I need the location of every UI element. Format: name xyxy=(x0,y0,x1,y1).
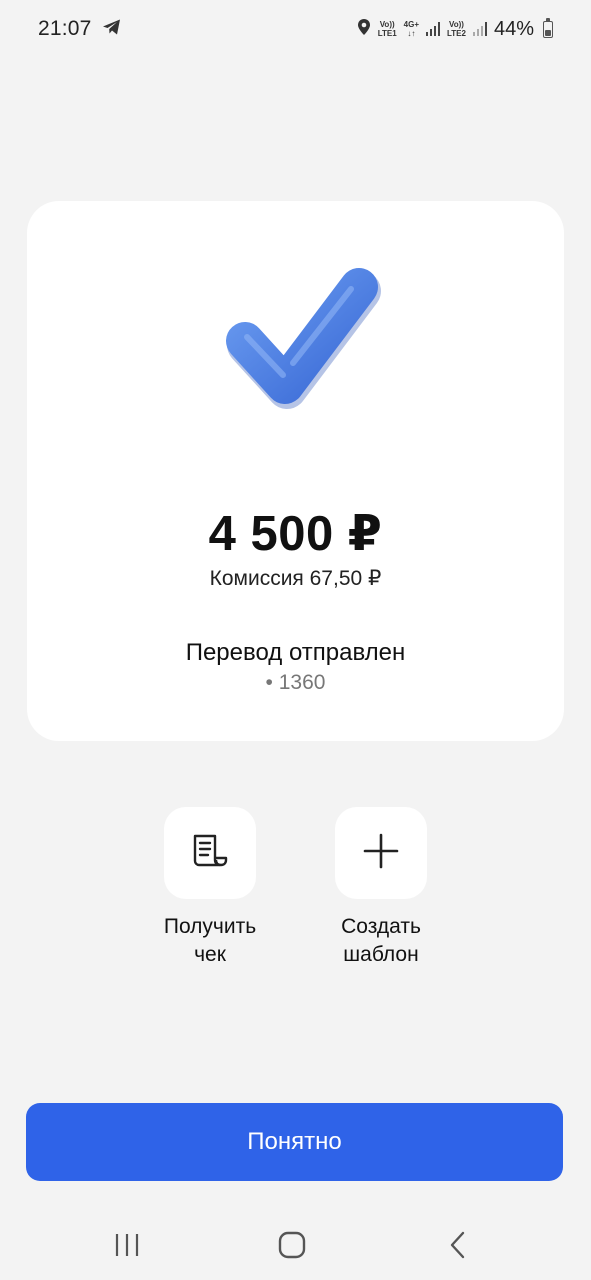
get-receipt-label-line1: Получить xyxy=(163,915,257,938)
get-receipt-button[interactable] xyxy=(164,807,256,899)
status-time: 21:07 xyxy=(38,17,92,40)
account-number: • 1360 xyxy=(265,671,326,694)
create-template-button[interactable] xyxy=(335,807,427,899)
sim2-top: Vo)) xyxy=(449,20,464,29)
ok-button[interactable]: Понятно xyxy=(26,1103,563,1181)
net-type-label: 4G+ ↓↑ xyxy=(404,20,419,38)
sim2-bottom: LTE2 xyxy=(447,29,466,38)
get-receipt-label[interactable]: Получить чек xyxy=(140,913,280,969)
battery-fill xyxy=(545,29,551,36)
create-template-label-line2: шаблон xyxy=(343,943,419,966)
system-nav-bar xyxy=(0,1205,591,1280)
transfer-amount: 4 500 ₽ xyxy=(208,507,383,561)
home-icon[interactable] xyxy=(272,1225,312,1265)
back-icon[interactable] xyxy=(438,1225,478,1265)
battery-icon xyxy=(543,17,553,38)
signal-icon xyxy=(472,22,487,36)
get-receipt-action[interactable]: Получить чек xyxy=(140,807,280,969)
recents-icon[interactable] xyxy=(107,1225,147,1265)
sim1-bottom: LTE1 xyxy=(377,29,397,38)
transfer-result-card: 4 500 ₽ Комиссия 67,50 ₽ Перевод отправл… xyxy=(27,201,564,741)
battery-percent: 44% xyxy=(493,17,534,40)
status-bar: 21:07 Vo)) LTE1 4G+ ↓↑ Vo)) LTE2 44% xyxy=(0,0,591,58)
telegram-icon xyxy=(102,18,122,41)
location-icon xyxy=(357,18,371,41)
create-template-action[interactable]: Создать шаблон xyxy=(311,807,451,969)
get-receipt-label-line2: чек xyxy=(194,943,226,966)
net-type: 4G+ xyxy=(403,20,419,29)
receipt-icon xyxy=(190,834,230,873)
status-right: Vo)) LTE1 4G+ ↓↑ Vo)) LTE2 44% xyxy=(357,17,553,41)
status-left: 21:07 xyxy=(38,17,122,41)
checkmark-icon xyxy=(223,263,383,423)
sim1-label: Vo)) LTE1 xyxy=(378,20,397,38)
commission-text: Комиссия 67,50 ₽ xyxy=(209,567,382,590)
transfer-status: Перевод отправлен xyxy=(185,639,406,666)
create-template-label[interactable]: Создать шаблон xyxy=(311,913,451,969)
sim2-label: Vo)) LTE2 xyxy=(447,20,466,38)
plus-icon xyxy=(363,833,399,874)
signal-icon xyxy=(426,22,440,36)
create-template-label-line1: Создать xyxy=(341,915,421,938)
data-arrows-icon: ↓↑ xyxy=(407,29,416,38)
sim1-top: Vo)) xyxy=(379,20,395,29)
